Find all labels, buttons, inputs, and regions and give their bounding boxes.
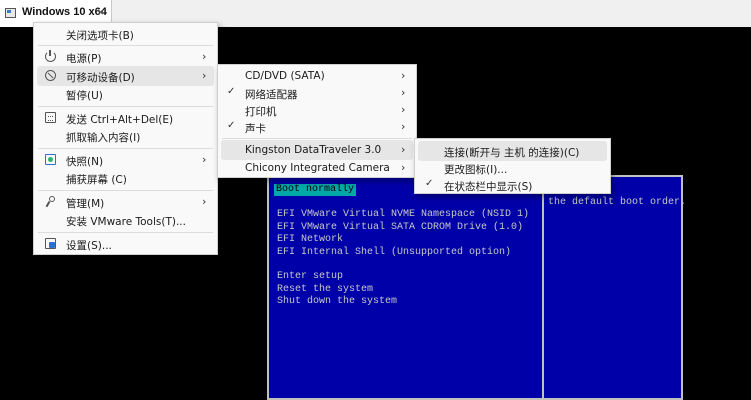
menu-item-settings[interactable]: 设置(S)... [37, 234, 214, 254]
menu-item-close-tab[interactable]: 关闭选项卡(B) [37, 24, 214, 44]
wrench-icon [45, 196, 56, 207]
menu-item-label: 关闭选项卡(B) [66, 30, 134, 42]
menu-item-show-in-status-bar[interactable]: ✓ 在状态栏中显示(S) [418, 175, 607, 195]
power-icon [45, 50, 56, 62]
menu-item-label: 设置(S)... [66, 240, 112, 252]
menu-item-chicony-camera[interactable]: Chicony Integrated Camera › [221, 158, 413, 178]
menu-separator [38, 232, 213, 233]
menu-separator [222, 138, 412, 139]
bios-help-text: the default boot order. [548, 197, 687, 208]
menu-item-pause[interactable]: 暂停(U) [37, 84, 214, 104]
bios-item[interactable]: EFI VMware Virtual SATA CDROM Drive (1.0… [277, 222, 523, 234]
menu-separator [38, 45, 213, 46]
bios-item[interactable]: Enter setup [277, 271, 343, 283]
menu-item-label: 抓取输入内容(I) [66, 132, 141, 144]
menu-item-capture-screen[interactable]: 捕获屏幕 (C) [37, 168, 214, 188]
menu-item-grab-input[interactable]: 抓取输入内容(I) [37, 126, 214, 146]
chevron-right-icon: › [202, 50, 207, 63]
menu-item-label: 管理(M) [66, 198, 105, 210]
menu-separator [38, 148, 213, 149]
menu-item-label: Kingston DataTraveler 3.0 [245, 144, 382, 156]
menu-item-label: 捕获屏幕 (C) [66, 174, 127, 186]
vm-icon [5, 8, 16, 18]
bios-boot-manager[interactable]: Boot normally EFI VMware Virtual NVME Na… [267, 175, 687, 400]
menu-separator [38, 106, 213, 107]
close-icon[interactable]: × [97, 5, 104, 19]
chevron-right-icon: › [401, 161, 406, 174]
menu-item-label: Chicony Integrated Camera [245, 162, 390, 174]
tab-title: Windows 10 x64 [22, 6, 107, 18]
bios-item[interactable]: EFI Network [277, 234, 343, 246]
menu-item-manage[interactable]: 管理(M) › [37, 192, 214, 212]
menu-item-label: 发送 Ctrl+Alt+Del(E) [66, 114, 174, 126]
menu-item-label: CD/DVD (SATA) [245, 70, 325, 82]
chevron-right-icon: › [202, 195, 207, 208]
snapshot-icon [45, 154, 56, 165]
chevron-right-icon: › [401, 103, 406, 116]
chevron-right-icon: › [401, 86, 406, 99]
bios-item[interactable]: Reset the system [277, 284, 373, 296]
vm-context-menu: 关闭选项卡(B) 电源(P) › 可移动设备(D) › 暂停(U) 发送 Ctr… [33, 22, 218, 255]
chevron-right-icon: › [401, 120, 406, 133]
bios-item-boot-normally[interactable]: Boot normally [274, 184, 357, 196]
menu-item-label: 暂停(U) [66, 90, 103, 102]
menu-item-label: 电源(P) [66, 53, 102, 65]
bios-item[interactable]: Shut down the system [277, 296, 397, 308]
menu-item-removable-devices[interactable]: 可移动设备(D) › [37, 66, 214, 86]
menu-item-label: 快照(N) [66, 156, 104, 168]
keyboard-icon [45, 112, 56, 123]
chevron-right-icon: › [401, 143, 406, 156]
menu-item-label: 声卡 [245, 123, 266, 135]
menu-item-label: 安装 VMware Tools(T)... [66, 216, 186, 228]
chevron-right-icon: › [401, 69, 406, 82]
bios-item[interactable]: EFI VMware Virtual NVME Namespace (NSID … [277, 209, 529, 221]
menu-item-power[interactable]: 电源(P) › [37, 47, 214, 67]
chevron-right-icon: › [202, 69, 207, 82]
chevron-right-icon: › [202, 153, 207, 166]
check-icon: ✓ [227, 120, 236, 131]
menu-item-label: 在状态栏中显示(S) [444, 181, 533, 193]
menu-item-kingston-usb[interactable]: Kingston DataTraveler 3.0 › [221, 140, 413, 160]
menu-item-install-vmware-tools[interactable]: 安装 VMware Tools(T)... [37, 210, 214, 230]
settings-icon [45, 238, 56, 249]
check-icon: ✓ [425, 178, 434, 189]
menu-item-sound-card[interactable]: ✓ 声卡 › [221, 117, 413, 137]
menu-item-send-ctrl-alt-del[interactable]: 发送 Ctrl+Alt+Del(E) [37, 108, 214, 128]
menu-item-snapshot[interactable]: 快照(N) › [37, 150, 214, 170]
menu-separator [38, 190, 213, 191]
menu-item-label: 可移动设备(D) [66, 72, 135, 84]
check-icon: ✓ [227, 86, 236, 97]
removable-devices-icon [45, 70, 56, 81]
usb-device-submenu: 连接(断开与 主机 的连接)(C) 更改图标(I)... ✓ 在状态栏中显示(S… [414, 138, 611, 194]
removable-devices-submenu: CD/DVD (SATA) › ✓ 网络适配器 › 打印机 › ✓ 声卡 › K… [217, 64, 417, 178]
bios-divider [542, 177, 544, 398]
bios-item[interactable]: EFI Internal Shell (Unsupported option) [277, 247, 511, 259]
